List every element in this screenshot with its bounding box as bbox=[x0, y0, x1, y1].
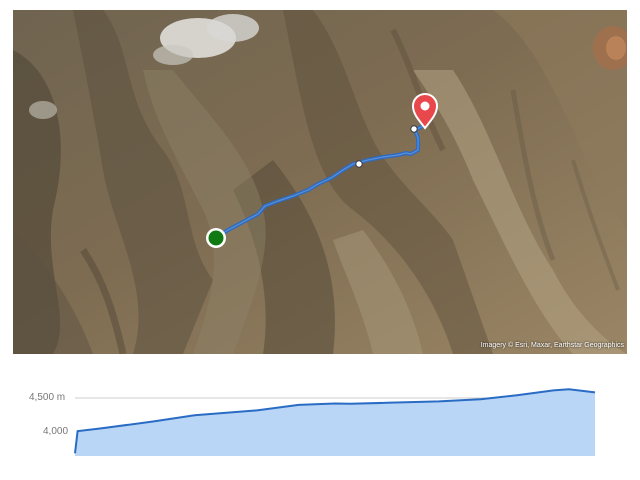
map-attribution: Imagery © Esri, Maxar, Earthstar Geograp… bbox=[480, 342, 624, 349]
map-pin-icon[interactable] bbox=[411, 93, 439, 130]
elevation-area bbox=[75, 389, 595, 456]
elevation-chart bbox=[74, 388, 596, 456]
route-overlay bbox=[206, 93, 439, 248]
waypoint-dot[interactable] bbox=[410, 125, 418, 133]
y-tick-label: 4,500 m bbox=[29, 392, 66, 403]
start-dot-icon[interactable] bbox=[206, 228, 226, 248]
waypoint-dot[interactable] bbox=[355, 160, 363, 168]
elevation-profile: 4,500 m 4,000 bbox=[13, 380, 627, 466]
y-tick-label: 4,000 bbox=[43, 426, 69, 437]
map-view[interactable]: Imagery © Esri, Maxar, Earthstar Geograp… bbox=[13, 10, 627, 354]
route-line bbox=[214, 124, 425, 240]
